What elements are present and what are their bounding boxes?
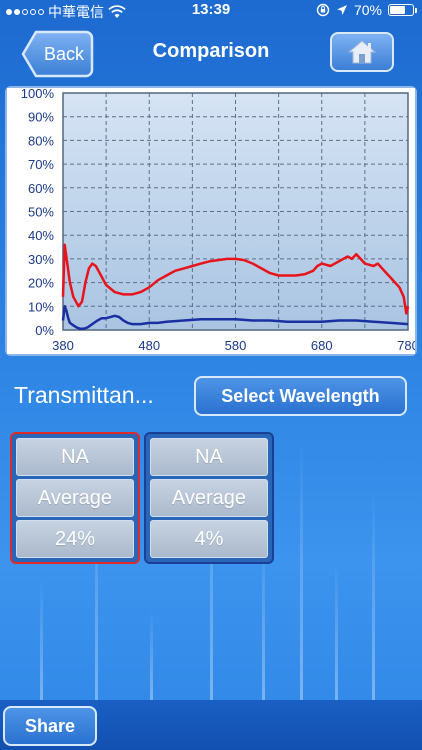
home-icon: [347, 40, 377, 64]
y-tick-label: 80%: [28, 133, 54, 148]
status-bar: 中華電信 13:39 70%: [0, 0, 422, 22]
sample-value: 4%: [150, 520, 268, 558]
home-button[interactable]: [330, 32, 394, 72]
x-tick-label: 780: [397, 338, 415, 353]
y-tick-label: 30%: [28, 252, 54, 267]
battery-icon: [388, 4, 417, 16]
status-right: 70%: [316, 2, 417, 18]
y-tick-label: 50%: [28, 205, 54, 220]
battery-percent: 70%: [353, 2, 382, 18]
chart-svg: 100% 90% 80% 70% 60% 50% 40% 30% 20% 10% 0% 380 480…: [7, 88, 415, 354]
x-tick-label: 480: [138, 338, 160, 353]
share-button[interactable]: Share: [3, 706, 97, 746]
sample-card-2[interactable]: NA Average 4%: [144, 432, 274, 564]
y-tick-label: 20%: [28, 276, 54, 291]
sample-name: NA: [16, 438, 134, 476]
y-tick-label: 70%: [28, 157, 54, 172]
sample-value: 24%: [16, 520, 134, 558]
sample-stat-label: Average: [150, 479, 268, 517]
x-tick-label: 580: [225, 338, 247, 353]
y-tick-label: 10%: [28, 299, 54, 314]
sample-stat-label: Average: [16, 479, 134, 517]
bottom-toolbar: Share: [0, 700, 422, 750]
spectrum-chart: 100% 90% 80% 70% 60% 50% 40% 30% 20% 10% 0% 380 480…: [5, 86, 417, 356]
y-tick-label: 90%: [28, 110, 54, 125]
x-tick-label: 380: [52, 338, 74, 353]
metric-label: Transmittan...: [14, 382, 154, 408]
sample-name: NA: [150, 438, 268, 476]
sample-card-1[interactable]: NA Average 24%: [10, 432, 140, 564]
y-tick-label: 0%: [35, 323, 54, 338]
y-tick-label: 100%: [21, 88, 55, 101]
nav-bar: Back Comparison: [0, 24, 422, 80]
orientation-lock-icon: [316, 3, 330, 17]
location-arrow-icon: [336, 5, 347, 15]
select-wavelength-button[interactable]: Select Wavelength: [194, 376, 407, 416]
y-tick-label: 60%: [28, 181, 54, 196]
y-tick-label: 40%: [28, 228, 54, 243]
x-tick-label: 680: [311, 338, 333, 353]
